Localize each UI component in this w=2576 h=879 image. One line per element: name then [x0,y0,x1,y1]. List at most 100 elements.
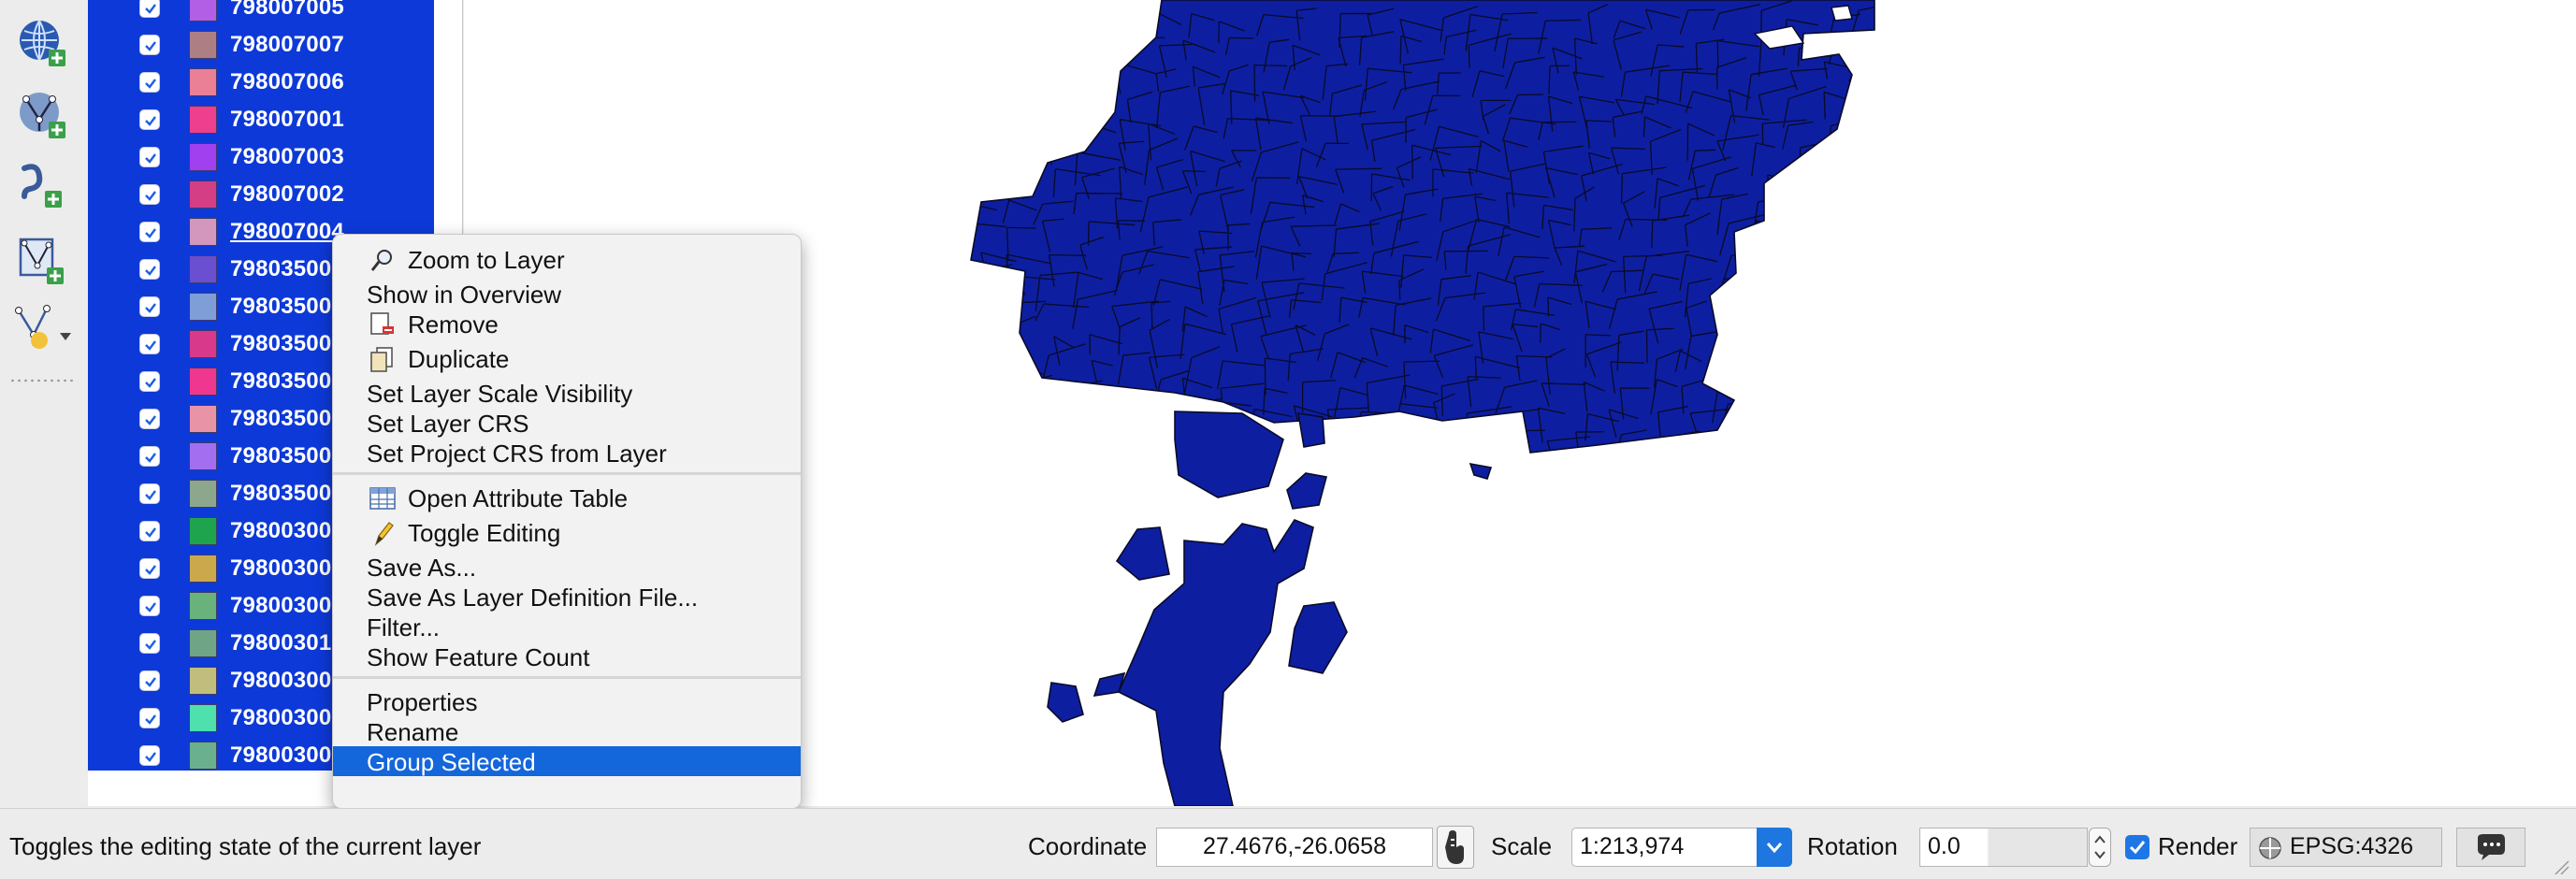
layer-visibility-checkbox[interactable] [139,446,160,467]
crs-button[interactable]: EPSG:4326 [2250,828,2442,867]
layer-color-swatch [189,143,217,171]
menu-item-label: Show in Overview [367,281,562,309]
layer-color-swatch [189,180,217,209]
layer-name[interactable]: 79800300 [230,742,331,769]
render-checkbox[interactable] [2125,835,2149,859]
rotation-stepper[interactable] [2089,828,2111,867]
layer-row[interactable]: 798007002 [88,176,434,213]
speech-bubble-icon [2478,834,2505,860]
menu-item-open-attribute-table[interactable]: Open Attribute Table [333,483,801,512]
menu-item-zoom-to-layer[interactable]: Zoom to Layer [333,244,801,274]
layer-name[interactable]: 798007006 [230,69,344,95]
menu-item-label: Save As Layer Definition File... [367,584,699,612]
layer-visibility-checkbox[interactable] [139,0,160,18]
layer-row[interactable]: 798007007 [88,26,434,64]
menu-item-set-layer-scale-visibility[interactable]: Set Layer Scale Visibility [333,378,801,408]
layer-visibility-checkbox[interactable] [139,184,160,205]
stepper-arrows-icon [2094,835,2106,859]
layer-visibility-checkbox[interactable] [139,296,160,317]
layer-name[interactable]: 79803500 [230,443,331,469]
layer-name[interactable]: 79803500 [230,406,331,432]
add-wms-layer-icon[interactable] [11,14,73,70]
layer-name[interactable]: 79800300 [230,593,331,619]
toolbar-grip[interactable] [9,378,75,383]
layer-name[interactable]: 79803500 [230,481,331,507]
layer-color-swatch [189,555,217,583]
layer-visibility-checkbox[interactable] [139,558,160,579]
layer-visibility-checkbox[interactable] [139,35,160,55]
layer-visibility-checkbox[interactable] [139,745,160,766]
menu-item-rename[interactable]: Rename [333,716,801,746]
add-delimited-text-layer-icon[interactable] [11,159,73,215]
remove-layer-icon [370,312,394,335]
menu-item-duplicate[interactable]: Duplicate [333,343,801,373]
layer-color-swatch [189,667,217,695]
menu-item-remove[interactable]: Remove [333,309,801,339]
scale-field[interactable]: 1:213,974 [1571,828,1758,867]
layer-row[interactable]: 798007006 [88,64,434,101]
layer-visibility-checkbox[interactable] [139,596,160,616]
layer-name[interactable]: 79800300 [230,705,331,731]
menu-item-label: Toggle Editing [408,519,561,547]
menu-item-show-in-overview[interactable]: Show in Overview [333,279,801,309]
layer-name[interactable]: 798007003 [230,144,344,170]
menu-item-save-as-layer-definition-file[interactable]: Save As Layer Definition File... [333,582,801,612]
menu-item-save-as[interactable]: Save As... [333,552,801,582]
crs-label: EPSG:4326 [2290,833,2414,859]
layer-row[interactable]: 798007005 [88,0,434,26]
layer-name[interactable]: 79803500 [230,294,331,320]
duplicate-layer-icon [370,347,393,372]
layer-row[interactable]: 798007001 [88,101,434,138]
add-spatialite-layer-icon[interactable] [11,232,73,288]
layer-name[interactable]: 79800300 [230,668,331,694]
new-shapefile-layer-icon[interactable] [11,301,73,357]
menu-item-set-project-crs-from-layer[interactable]: Set Project CRS from Layer [333,438,801,468]
layer-name[interactable]: 798007005 [230,0,344,21]
layer-row[interactable]: 798007003 [88,138,434,176]
menu-item-show-feature-count[interactable]: Show Feature Count [333,641,801,671]
mouse-pointer-icon [1445,830,1464,864]
menu-item-filter[interactable]: Filter... [333,612,801,641]
resize-grip-icon[interactable] [2550,856,2570,876]
menu-item-toggle-editing[interactable]: Toggle Editing [333,517,801,547]
layer-visibility-checkbox[interactable] [139,708,160,728]
menu-item-group-selected[interactable]: Group Selected [333,746,801,776]
layer-visibility-checkbox[interactable] [139,109,160,130]
scale-dropdown-button[interactable] [1757,828,1792,867]
messages-button[interactable] [2456,828,2525,867]
menu-item-label: Zoom to Layer [408,246,565,274]
menu-item-label: Group Selected [367,748,536,776]
layer-name[interactable]: 798007002 [230,181,344,208]
layer-name[interactable]: 798007004 [230,219,344,245]
layer-visibility-checkbox[interactable] [139,670,160,691]
add-wfs-layer-icon[interactable] [11,86,73,142]
layer-color-swatch [189,68,217,96]
coordinate-toggle-button[interactable] [1437,826,1474,869]
layer-color-swatch [189,442,217,470]
menu-item-properties[interactable]: Properties [333,686,801,716]
layer-name[interactable]: 79803500 [230,331,331,357]
layer-name[interactable]: 79803500 [230,256,331,282]
layer-visibility-checkbox[interactable] [139,483,160,504]
layer-visibility-checkbox[interactable] [139,633,160,654]
layer-name[interactable]: 798007007 [230,32,344,58]
rotation-field[interactable]: 0.0 [1919,828,2088,867]
layer-visibility-checkbox[interactable] [139,72,160,93]
scale-label: Scale [1491,832,1553,860]
layer-name[interactable]: 79800300 [230,555,331,582]
layer-visibility-checkbox[interactable] [139,371,160,392]
menu-item-label: Rename [367,718,459,746]
layer-visibility-checkbox[interactable] [139,147,160,167]
layer-visibility-checkbox[interactable] [139,521,160,541]
layer-name[interactable]: 798007001 [230,107,344,133]
layer-name[interactable]: 79800301 [230,630,331,656]
layer-visibility-checkbox[interactable] [139,334,160,354]
layer-visibility-checkbox[interactable] [139,259,160,280]
menu-item-set-layer-crs[interactable]: Set Layer CRS [333,408,801,438]
coordinate-field[interactable]: 27.4676,-26.0658 [1156,828,1433,867]
layer-visibility-checkbox[interactable] [139,409,160,429]
layer-name[interactable]: 79803500 [230,368,331,395]
layer-visibility-checkbox[interactable] [139,222,160,242]
layer-name[interactable]: 79800300 [230,518,331,544]
map-hole [1831,5,1853,22]
